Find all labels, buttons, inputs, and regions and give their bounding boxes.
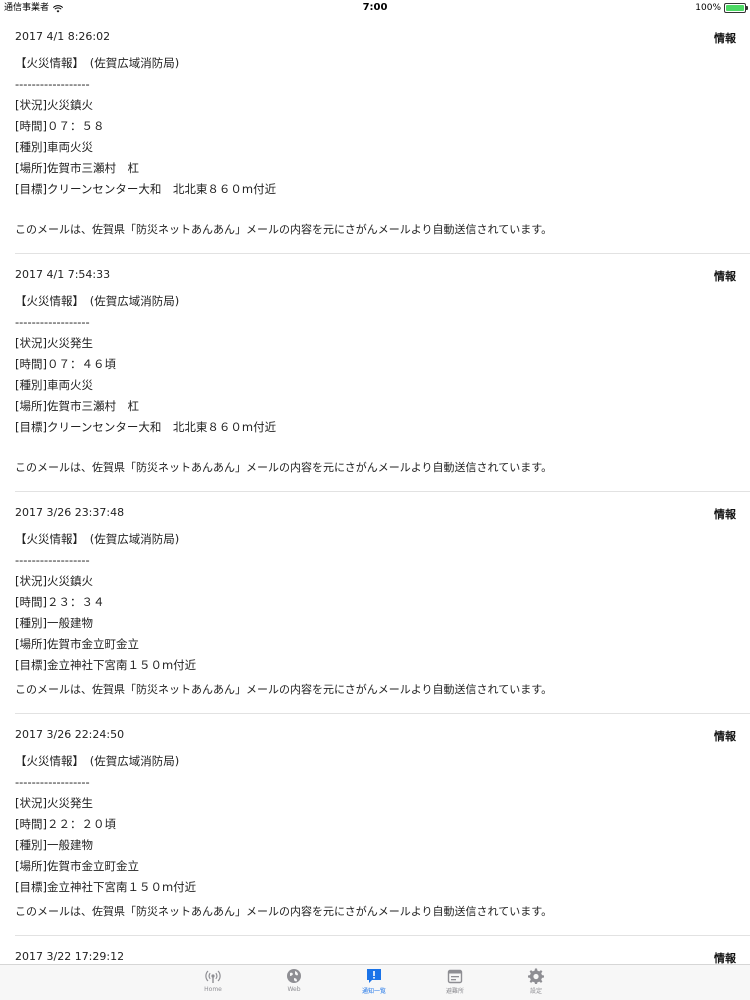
notification-body-line: [種別]車両火災 xyxy=(15,140,93,154)
tab-calendar[interactable]: 避難所 xyxy=(425,968,485,995)
notification-body-line: [状況]火災発生 xyxy=(15,796,93,810)
notification-body-line: [状況]火災鎮火 xyxy=(15,98,93,112)
tab-gear[interactable]: 設定 xyxy=(506,968,566,995)
notification-icon xyxy=(344,968,404,984)
tab-broadcast[interactable]: Home xyxy=(183,968,243,993)
notification-date: 2017 3/26 22:24:50 xyxy=(15,728,125,741)
notification-date: 2017 4/1 8:26:02 xyxy=(15,30,111,43)
notification-body: 【火災情報】 (佐賀広域消防局) ------------------ [状況]火災… xyxy=(15,53,276,200)
battery-percentage: 100% xyxy=(695,3,721,13)
broadcast-icon xyxy=(183,968,243,984)
notification-list[interactable]: 2017 4/1 8:26:02 情報 【火災情報】 (佐賀広域消防局) ------… xyxy=(0,16,750,964)
notification-date: 2017 3/26 23:37:48 xyxy=(15,506,125,519)
notification-body: 【火災情報】 (佐賀広域消防局) ------------------ [状況]火災… xyxy=(15,291,276,438)
notification-body-line: [目標]金立神社下宮南１５０m付近 xyxy=(15,880,197,894)
tab-bar: Home Web 通知一覧 避難所 設定 xyxy=(0,964,750,1000)
notification-body-line: [場所]佐賀市金立町金立 xyxy=(15,859,139,873)
tab-notification[interactable]: 通知一覧 xyxy=(344,968,404,995)
notification-body-line: 【火災情報】 (佐賀広域消防局) xyxy=(15,532,180,546)
notification-body-line: [目標]クリーンセンター大和 北北東８６０m付近 xyxy=(15,420,277,434)
notification-item[interactable]: 2017 4/1 7:54:33 情報【火災情報】 (佐賀広域消防局) ------… xyxy=(15,254,750,492)
notification-body-line: [種別]一般建物 xyxy=(15,616,93,630)
notification-body-line: [種別]車両火災 xyxy=(15,378,93,392)
notification-body-line: [目標]金立神社下宮南１５０m付近 xyxy=(15,658,197,672)
notification-body: 【火災情報】 (佐賀広域消防局) ------------------ [状況]火災… xyxy=(15,751,196,898)
notification-body-line: 【火災情報】 (佐賀広域消防局) xyxy=(15,294,180,308)
status-bar: 通信事業者 7:00 100% xyxy=(0,0,750,16)
notification-body-line: [時間]２２：２０頃 xyxy=(15,817,116,831)
notification-body-line: 【火災情報】 (佐賀広域消防局) xyxy=(15,56,180,70)
notification-body: 【火災情報】 (佐賀広域消防局) ------------------ [状況]火災… xyxy=(15,529,196,676)
gear-icon xyxy=(506,968,566,984)
tab-label: 通知一覧 xyxy=(361,988,386,995)
battery-fill xyxy=(726,5,744,11)
tab-globe[interactable]: Web xyxy=(264,968,324,993)
notification-body-line: [場所]佐賀市三瀬村 杠 xyxy=(15,161,139,175)
tab-label: Web xyxy=(287,986,301,993)
notification-item[interactable]: 2017 3/22 17:29:12 情報 xyxy=(15,936,750,964)
notification-item[interactable]: 2017 3/26 22:24:50 情報【火災情報】 (佐賀広域消防局) ----… xyxy=(15,714,750,936)
calendar-icon xyxy=(425,968,485,984)
tab-label: Home xyxy=(204,986,222,993)
notification-category: 情報 xyxy=(714,952,736,964)
notification-body-line: [時間]０７：５８ xyxy=(15,119,105,133)
notification-footer: このメールは、佐賀県「防災ネットあんあん」メールの内容を元にさがんメールより自動… xyxy=(15,223,553,236)
notification-footer: このメールは、佐賀県「防災ネットあんあん」メールの内容を元にさがんメールより自動… xyxy=(15,461,553,474)
notification-body-line: ------------------ xyxy=(15,77,90,91)
notification-body-line: ------------------ xyxy=(15,553,90,567)
notification-item[interactable]: 2017 3/26 23:37:48 情報【火災情報】 (佐賀広域消防局) ----… xyxy=(15,492,750,714)
notification-date: 2017 3/22 17:29:12 xyxy=(15,950,125,963)
notification-body-line: [目標]クリーンセンター大和 北北東８６０m付近 xyxy=(15,182,277,196)
battery-icon xyxy=(724,3,748,13)
notification-body-line: ------------------ xyxy=(15,775,90,789)
notification-date: 2017 4/1 7:54:33 xyxy=(15,268,111,281)
notification-body-line: [時間]０７：４６頃 xyxy=(15,357,116,371)
notification-footer: このメールは、佐賀県「防災ネットあんあん」メールの内容を元にさがんメールより自動… xyxy=(15,905,553,918)
notification-body-line: 【火災情報】 (佐賀広域消防局) xyxy=(15,754,180,768)
notification-item[interactable]: 2017 4/1 8:26:02 情報【火災情報】 (佐賀広域消防局) ------… xyxy=(15,16,750,254)
globe-icon xyxy=(264,968,324,984)
notification-category: 情報 xyxy=(714,730,736,743)
notification-body-line: [時間]２３：３４ xyxy=(15,595,105,609)
notification-body-line: [状況]火災発生 xyxy=(15,336,93,350)
tab-label: 避難所 xyxy=(445,988,464,995)
notification-body-line: [場所]佐賀市三瀬村 杠 xyxy=(15,399,139,413)
notification-body-line: [場所]佐賀市金立町金立 xyxy=(15,637,139,651)
notification-category: 情報 xyxy=(714,270,736,283)
notification-category: 情報 xyxy=(714,508,736,521)
notification-category: 情報 xyxy=(714,32,736,45)
status-right: 100% xyxy=(695,0,748,16)
status-time: 7:00 xyxy=(362,2,388,13)
notification-body-line: ------------------ xyxy=(15,315,90,329)
notification-body-line: [状況]火災鎮火 xyxy=(15,574,93,588)
notification-body-line: [種別]一般建物 xyxy=(15,838,93,852)
tab-label: 設定 xyxy=(529,988,542,995)
notification-footer: このメールは、佐賀県「防災ネットあんあん」メールの内容を元にさがんメールより自動… xyxy=(15,683,553,696)
